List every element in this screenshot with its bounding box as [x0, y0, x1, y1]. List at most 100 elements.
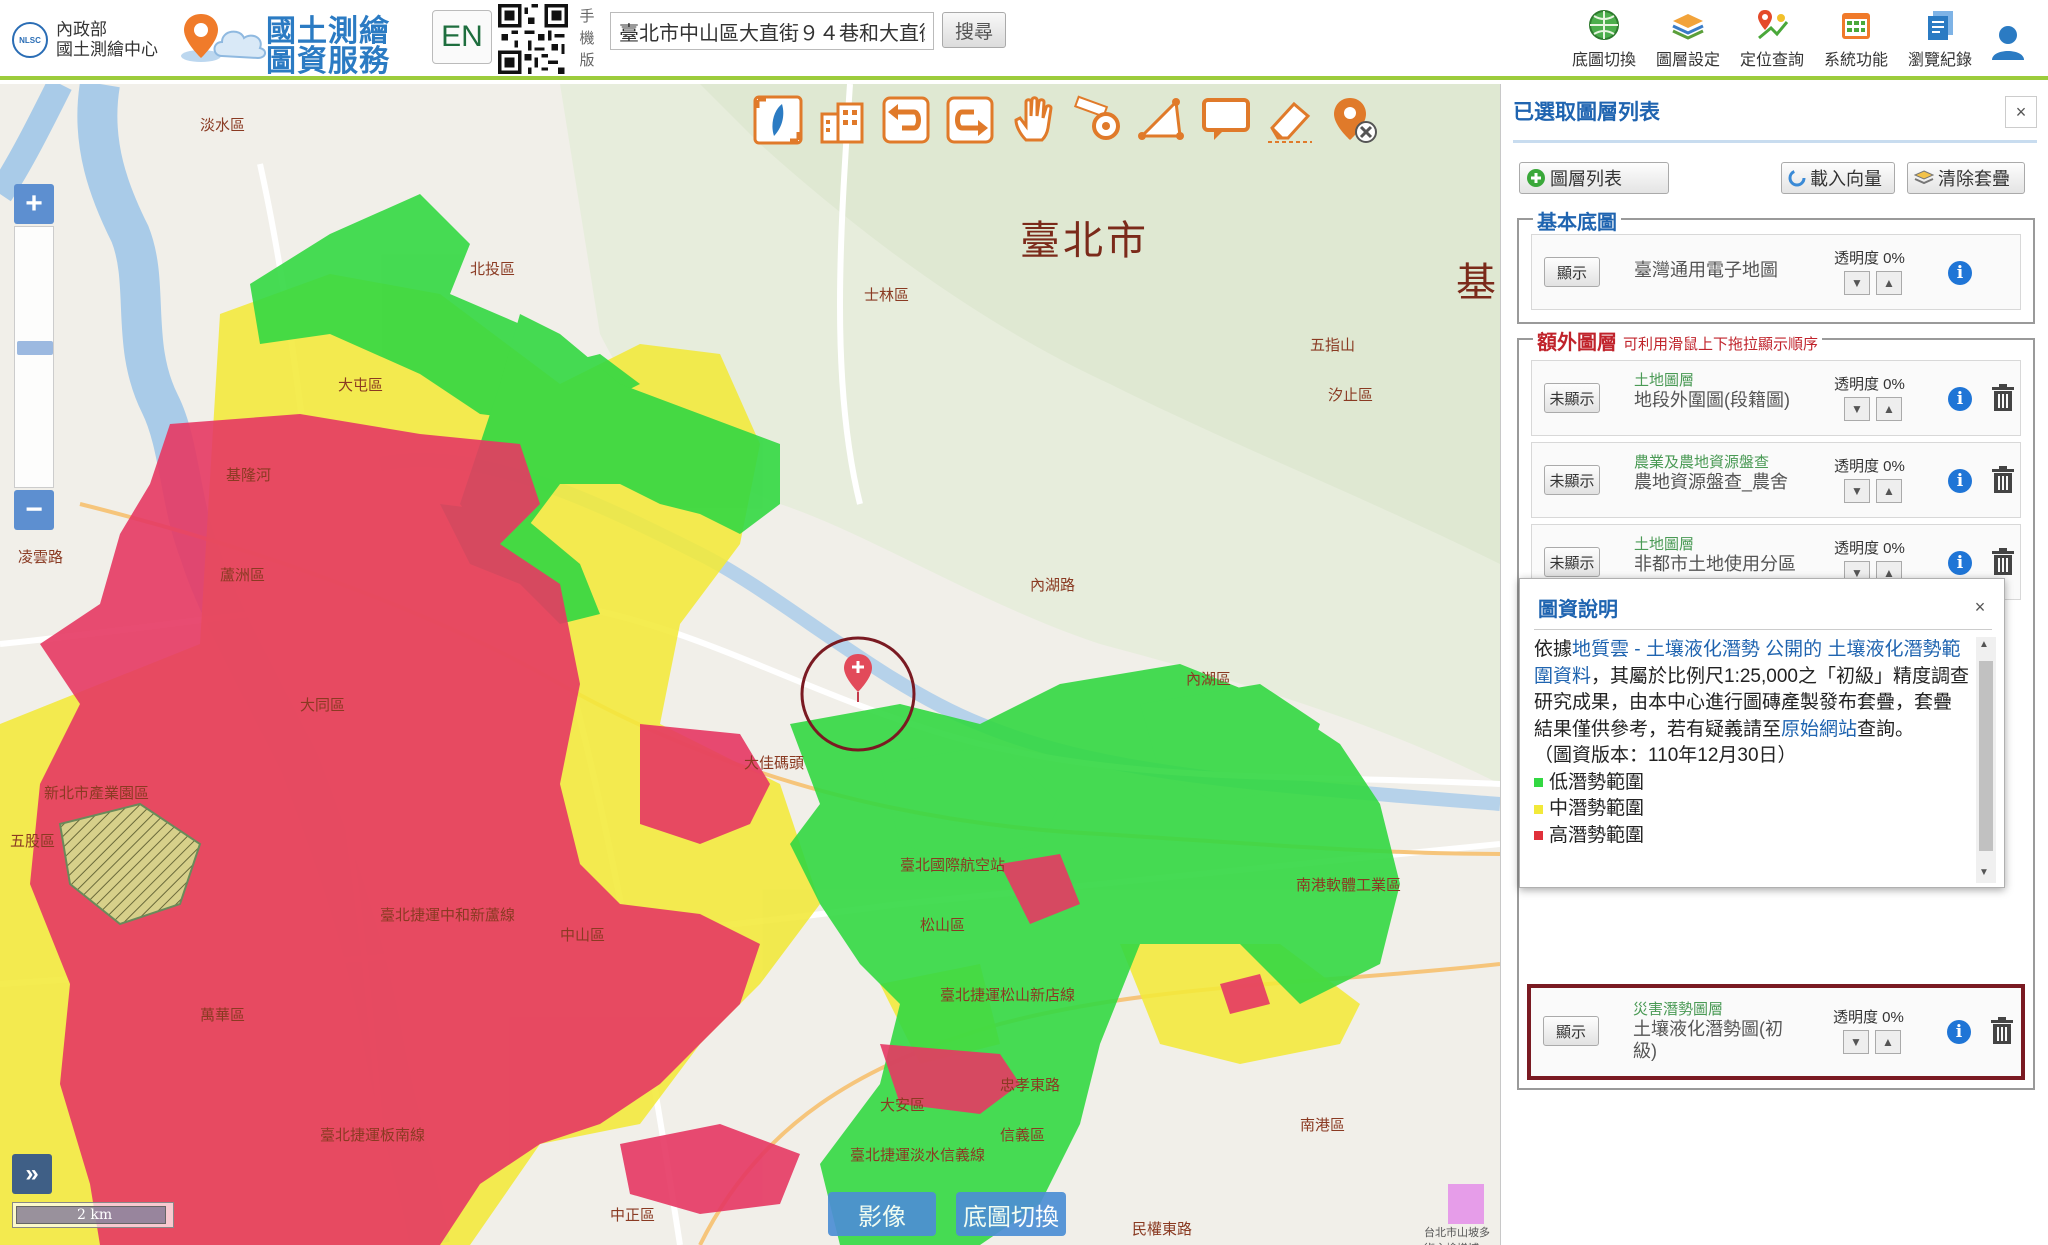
layer-toggle-button[interactable]: 顯示 — [1544, 257, 1600, 287]
zoom-slider-handle[interactable] — [17, 341, 53, 355]
menu-basemap-switch[interactable]: 底圖切換 — [1562, 6, 1646, 70]
opacity-decrease-button[interactable]: ▼ — [1843, 1030, 1869, 1054]
legend-swatch-medium — [1534, 804, 1543, 814]
info-icon[interactable]: i — [1948, 387, 1972, 411]
zoom-out-button[interactable]: − — [14, 490, 54, 530]
info-icon[interactable]: i — [1948, 469, 1972, 493]
service-logo[interactable]: 國土測繪 圖資服務雲 — [170, 4, 420, 122]
opacity-increase-button[interactable]: ▲ — [1875, 1030, 1901, 1054]
scrollbar-thumb[interactable] — [1979, 661, 1993, 851]
info-icon[interactable]: i — [1948, 551, 1972, 575]
opacity-decrease-button[interactable]: ▼ — [1844, 479, 1870, 503]
clear-overlay-button[interactable]: 清除套疊 — [1907, 162, 2025, 194]
layer-row[interactable]: 未顯示 土地圖層 地段外圍圖(段籍圖) 透明度 0% ▼ ▲ i — [1531, 360, 2021, 436]
scale-label: 2 km — [77, 1207, 113, 1223]
expand-panel-button[interactable]: » — [12, 1154, 52, 1194]
layer-toggle-button[interactable]: 顯示 — [1543, 1016, 1599, 1046]
full-extent-tool[interactable] — [750, 92, 806, 148]
panel-close-button[interactable]: × — [2005, 96, 2037, 128]
layers-icon — [1672, 14, 1704, 40]
measure-distance-tool[interactable] — [1070, 92, 1126, 148]
measure-area-tool[interactable] — [1134, 92, 1190, 148]
layer-row-liquefaction[interactable]: 顯示 災害潛勢圖層 土壤液化潛勢圖(初級) 透明度 0% ▼ ▲ i — [1527, 984, 2025, 1080]
opacity-decrease-button[interactable]: ▼ — [1844, 397, 1870, 421]
layer-name: 地段外圍圖(段籍圖) — [1634, 390, 1790, 410]
opacity-increase-button[interactable]: ▲ — [1876, 397, 1902, 421]
hand-icon — [1014, 96, 1053, 142]
selected-layers-panel: 已選取圖層列表 × 圖層列表 載入向量 清除套疊 基本底圖 顯示 臺灣通用電子地… — [1500, 84, 2048, 1245]
data-version: （圖資版本：110年12月30日） — [1534, 745, 1797, 766]
eraser-icon — [1268, 101, 1312, 143]
scroll-up-arrow-icon[interactable]: ▲ — [1979, 639, 1989, 650]
plus-circle-icon — [1527, 169, 1545, 187]
zoom-slider-track[interactable] — [14, 226, 54, 488]
basemap-switch-button[interactable]: 底圖切換 — [956, 1192, 1066, 1236]
mobile-version-link[interactable]: 手機版 — [578, 6, 596, 72]
legend-medium: 中潛勢範圍 — [1534, 796, 1970, 823]
drag-order-hint: 可利用滑鼠上下拖拉顯示順序 — [1623, 336, 1819, 353]
trash-icon[interactable] — [1990, 465, 2016, 495]
menu-layer-settings[interactable]: 圖層設定 — [1646, 6, 1730, 70]
moi-seal-icon: NLSC — [12, 22, 48, 58]
opacity-label: 透明度 0% — [1833, 1009, 1904, 1026]
info-icon[interactable]: i — [1948, 261, 1972, 285]
clear-pin-tool[interactable] — [1326, 92, 1382, 148]
locate-icon — [1758, 10, 1789, 40]
layer-toggle-button[interactable]: 未顯示 — [1544, 547, 1600, 577]
layer-toggle-button[interactable]: 未顯示 — [1544, 383, 1600, 413]
trash-icon[interactable] — [1989, 1016, 2015, 1046]
opacity-increase-button[interactable]: ▲ — [1876, 271, 1902, 295]
english-button[interactable]: EN — [432, 10, 492, 64]
opacity-decrease-button[interactable]: ▼ — [1844, 271, 1870, 295]
info-popup-title: 圖資說明 — [1538, 599, 1618, 621]
map-canvas[interactable] — [0, 84, 1500, 1245]
imagery-button[interactable]: 影像 — [828, 1192, 936, 1236]
globe-icon — [1589, 10, 1619, 40]
base-map-group-title: 基本底圖 — [1533, 206, 1621, 235]
top-menu: 底圖切換 圖層設定 定位查詢 系統功能 瀏覽紀錄 — [1562, 6, 1982, 70]
layer-list-button[interactable]: 圖層列表 — [1519, 162, 1669, 194]
layer-row-base[interactable]: 顯示 臺灣通用電子地圖 透明度 0% ▼ ▲ i — [1531, 234, 2021, 310]
menu-system-functions[interactable]: 系統功能 — [1814, 6, 1898, 70]
menu-locate-query[interactable]: 定位查詢 — [1730, 6, 1814, 70]
base-map-group: 基本底圖 顯示 臺灣通用電子地圖 透明度 0% ▼ ▲ i — [1517, 206, 2035, 324]
layer-toggle-button[interactable]: 未顯示 — [1544, 465, 1600, 495]
search-button[interactable]: 搜尋 — [942, 12, 1006, 48]
info-popup-body: 依據地質雲 - 土壤液化潛勢 公開的 土壤液化潛勢範圍資料，其屬於比例尺1:25… — [1534, 637, 1970, 883]
moi-logo[interactable]: NLSC 內政部 國土測繪中心 — [12, 14, 158, 66]
prev-view-tool[interactable] — [878, 92, 934, 148]
next-view-tool[interactable] — [942, 92, 998, 148]
trash-icon[interactable] — [1990, 383, 2016, 413]
pan-tool[interactable] — [1006, 92, 1062, 148]
annotate-tool[interactable] — [1198, 92, 1254, 148]
menu-browse-history[interactable]: 瀏覽紀錄 — [1898, 6, 1982, 70]
info-scrollbar[interactable]: ▲ ▼ — [1976, 637, 1996, 883]
panel-title: 已選取圖層列表 — [1513, 101, 1660, 124]
info-popup-close-button[interactable]: × — [1966, 593, 1994, 621]
layer-name: 非都市土地使用分區 — [1634, 554, 1796, 574]
original-site-link[interactable]: 原始網站 — [1781, 719, 1857, 740]
load-vector-button[interactable]: 載入向量 — [1781, 162, 1895, 194]
layer-row[interactable]: 未顯示 農業及農地資源盤查 農地資源盤查_農舍 透明度 0% ▼ ▲ i — [1531, 442, 2021, 518]
eraser-tool[interactable] — [1262, 92, 1318, 148]
scroll-down-arrow-icon[interactable]: ▼ — [1979, 867, 1989, 878]
location-marker-icon[interactable] — [798, 634, 918, 754]
qr-code-icon[interactable] — [498, 4, 568, 74]
map-toolbar — [750, 92, 1382, 148]
info-icon[interactable]: i — [1947, 1020, 1971, 1044]
stack-icon — [1914, 170, 1934, 185]
trash-icon[interactable] — [1990, 547, 2016, 577]
address-search-input[interactable] — [610, 12, 934, 50]
buildings-tool[interactable] — [814, 92, 870, 148]
opacity-increase-button[interactable]: ▲ — [1876, 479, 1902, 503]
org-name: 內政部 國土測繪中心 — [56, 20, 158, 59]
user-icon[interactable] — [1988, 22, 2028, 62]
layer-category: 災害潛勢圖層 — [1633, 1001, 1724, 1018]
zoom-in-button[interactable]: + — [14, 184, 54, 224]
layer-name: 土壤液化潛勢圖(初級) — [1633, 1019, 1783, 1061]
opacity-label: 透明度 0% — [1834, 250, 1905, 267]
layer-category: 土地圖層 — [1634, 536, 1695, 553]
legend-high: 高潛勢範圍 — [1534, 823, 1970, 850]
legend-swatch-low — [1534, 778, 1543, 788]
map-view[interactable]: 臺北市 基 淡水區 北投區 士林區 大屯區 基隆河 蘆洲區 五股區 新北市產業園… — [0, 84, 1500, 1245]
